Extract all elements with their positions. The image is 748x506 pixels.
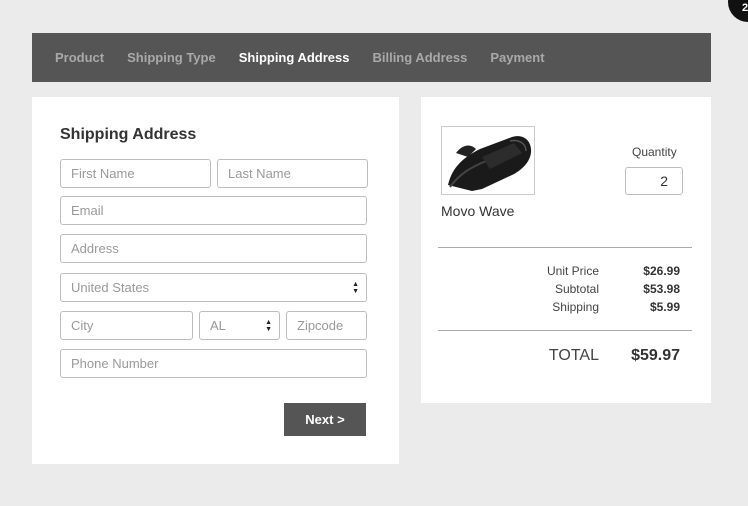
phone-number-field[interactable] [60,349,367,378]
step-payment[interactable]: Payment [490,50,544,65]
country-select-value: United States [71,280,150,295]
shipping-label: Shipping [552,300,599,314]
state-select-value: AL [210,318,226,333]
select-arrows-icon: ▲ ▼ [265,319,272,333]
corner-badge[interactable]: 2 [728,0,748,22]
subtotal-value: $53.98 [643,282,680,296]
next-button[interactable]: Next > [284,403,366,436]
state-select[interactable]: AL ▲ ▼ [199,311,280,340]
form-title: Shipping Address [60,126,197,143]
divider [438,247,692,248]
corner-badge-text: 2 [742,2,748,14]
select-arrows-icon: ▲ ▼ [352,281,359,295]
product-image [441,126,535,195]
checkout-steps-nav: Product Shipping Type Shipping Address B… [32,33,711,82]
country-select[interactable]: United States ▲ ▼ [60,273,367,302]
shipping-value: $5.99 [649,300,680,314]
order-summary: Movo Wave Quantity Unit Price $26.99 Sub… [421,97,711,403]
quantity-label: Quantity [632,145,677,159]
wristband-image [448,136,532,191]
total-label: TOTAL [548,347,599,364]
step-product[interactable]: Product [55,50,104,65]
total-value: $59.97 [631,347,680,364]
address-field[interactable] [60,234,367,263]
last-name-field[interactable] [217,159,368,188]
unit-price-value: $26.99 [643,264,680,278]
unit-price-label: Unit Price [546,264,599,278]
first-name-field[interactable] [60,159,211,188]
step-shipping-type[interactable]: Shipping Type [127,50,216,65]
quantity-input[interactable] [625,167,683,195]
product-name: Movo Wave [441,203,515,219]
zipcode-field[interactable] [286,311,367,340]
divider [438,330,692,331]
step-billing-address[interactable]: Billing Address [372,50,467,65]
subtotal-label: Subtotal [554,282,599,296]
email-field[interactable] [60,196,367,225]
step-shipping-address[interactable]: Shipping Address [239,50,350,65]
city-field[interactable] [60,311,193,340]
shipping-address-form: Shipping Address United States ▲▼ AL ▲▼ … [32,97,399,464]
